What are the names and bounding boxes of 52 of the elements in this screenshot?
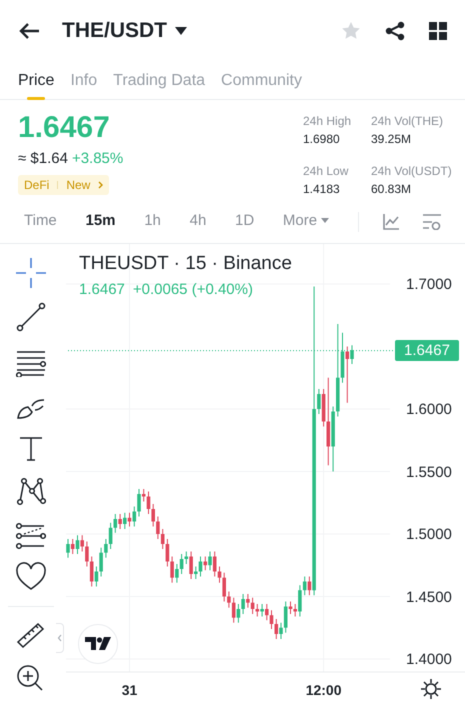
caret-icon[interactable] <box>175 27 187 35</box>
last-price-label: 1.6467 <box>395 340 459 362</box>
ruler-icon[interactable] <box>16 620 46 650</box>
time-axis-label: 31 <box>122 681 138 700</box>
tab[interactable]: Trading Data <box>113 62 206 100</box>
chevron-icon <box>56 633 62 643</box>
tab[interactable]: Price <box>18 62 54 100</box>
fib-lines-icon[interactable] <box>16 521 46 551</box>
grid-icon[interactable] <box>429 22 447 40</box>
stat-value: 1.4183 <box>303 181 341 198</box>
pattern-icon[interactable] <box>16 476 46 506</box>
price-axis-label: 1.5000 <box>406 525 452 545</box>
stat-label: 24h Low <box>303 163 350 180</box>
interval-tab[interactable]: 1h <box>144 210 161 233</box>
stat-label: 24h Vol(USDT) <box>371 163 453 180</box>
star-icon[interactable] <box>341 21 361 41</box>
share-icon[interactable] <box>385 21 405 41</box>
price-axis-label: 1.7000 <box>406 275 452 295</box>
interval-tab[interactable]: Time <box>24 210 57 233</box>
last-price: 1.6467 <box>18 110 111 146</box>
legend-price: 1.6467 <box>79 280 125 300</box>
settings-icon[interactable] <box>420 678 442 700</box>
crosshair-icon[interactable] <box>16 258 46 288</box>
back-icon[interactable] <box>18 22 40 40</box>
indicator-icon[interactable] <box>382 214 399 230</box>
price-axis-label: 1.5500 <box>406 462 452 482</box>
interval-tab[interactable]: More <box>282 210 330 233</box>
time-axis-label: 12:00 <box>306 681 342 700</box>
legend-change: +0.0065 (+0.40%) <box>132 280 253 300</box>
interval-tab[interactable]: 4h <box>190 210 206 233</box>
heart-icon[interactable] <box>16 562 46 592</box>
tag-chip[interactable]: DeFi New <box>18 174 110 194</box>
stat-label: 24h High <box>303 113 352 130</box>
interval-tab[interactable]: 1D <box>235 210 254 233</box>
stat-value: 39.25M <box>371 131 412 148</box>
chart-settings-icon[interactable] <box>422 214 441 230</box>
tab[interactable]: Community <box>221 62 302 100</box>
usd-price: ≈ $1.64 <box>18 149 68 169</box>
caret-icon <box>321 218 330 224</box>
stat-value: 1.6980 <box>303 131 341 148</box>
price-axis-label: 1.6000 <box>406 400 452 420</box>
interval-tab[interactable]: 15m <box>85 210 116 233</box>
pair-title[interactable]: THE/USDT <box>62 15 167 47</box>
stat-value: 60.83M <box>371 181 412 198</box>
price-change: +3.85% <box>72 149 124 169</box>
tab[interactable]: Info <box>70 62 98 100</box>
chevron-icon <box>98 181 104 190</box>
trend-line-icon[interactable] <box>16 302 46 332</box>
price-axis-label: 1.4000 <box>406 650 452 670</box>
price-axis-label: 1.4500 <box>406 588 452 608</box>
stat-label: 24h Vol(THE) <box>371 113 444 130</box>
chart-legend: THEUSDT · 15 · Binance <box>79 250 292 278</box>
